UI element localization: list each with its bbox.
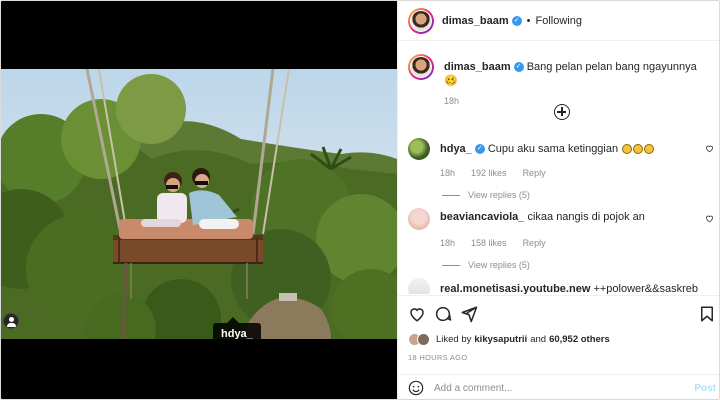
comment-item: beaviancaviola_ cikaa nangis di pojok an… xyxy=(408,208,718,270)
dizzy-face-emoji-icon xyxy=(633,144,644,155)
post-media: hdya_ xyxy=(1,1,397,399)
post-modal: hdya_ dimas_baam ✓ • Following dimas_baa… xyxy=(0,0,720,400)
commenter-avatar[interactable] xyxy=(408,138,430,160)
verified-badge-icon: ✓ xyxy=(474,144,485,155)
dizzy-face-emoji-icon xyxy=(644,144,655,155)
comment-like-heart-icon[interactable] xyxy=(705,214,714,223)
caption: dimas_baam ✓ Bang pelan pelan bang ngayun… xyxy=(408,54,708,106)
bookmark-icon[interactable] xyxy=(698,305,716,323)
comment-input[interactable] xyxy=(434,382,684,394)
view-replies-button[interactable]: View replies (5) xyxy=(442,190,718,200)
comment-bubble-icon[interactable] xyxy=(434,305,452,323)
comment-time: 18h xyxy=(440,238,456,248)
commenter-avatar[interactable] xyxy=(408,208,430,230)
caption-author[interactable]: dimas_baam xyxy=(444,61,511,73)
comment-author[interactable]: beaviancaviola_ xyxy=(440,211,524,223)
post-sidebar: dimas_baam ✓ • Following dimas_baam ✓ Ban… xyxy=(397,1,719,399)
post-header: dimas_baam ✓ • Following xyxy=(398,1,719,41)
author-avatar[interactable] xyxy=(408,7,434,34)
liker-username[interactable]: kikysaputrii xyxy=(474,334,527,345)
comment-item: real.monetisasi.youtube.new ++polower&&s… xyxy=(408,278,718,294)
reply-button[interactable]: Reply xyxy=(523,238,546,248)
plus-circle-icon[interactable] xyxy=(554,104,570,120)
likes-summary: Liked by kikysaputrii and 60,952 others xyxy=(408,333,610,346)
liker-avatar xyxy=(417,333,430,346)
view-replies-label: View replies (5) xyxy=(468,260,530,270)
posted-date: 18 HOURS AGO xyxy=(408,353,468,362)
user-tag-icon[interactable] xyxy=(3,313,19,329)
separator-dot: • xyxy=(526,14,531,27)
add-comment-bar: Post xyxy=(398,374,719,399)
reply-button[interactable]: Reply xyxy=(523,168,546,178)
view-replies-button[interactable]: View replies (5) xyxy=(442,260,718,270)
smiley-face-icon[interactable] xyxy=(408,380,424,396)
tagged-user-label[interactable]: hdya_ xyxy=(213,317,261,339)
comment-like-heart-icon[interactable] xyxy=(705,144,714,153)
caption-author-avatar[interactable] xyxy=(408,54,434,80)
following-button[interactable]: Following xyxy=(536,15,582,27)
comments-list: dimas_baam ✓ Bang pelan pelan bang ngayun… xyxy=(398,42,719,294)
commenter-avatar[interactable] xyxy=(408,278,430,294)
comment-author[interactable]: real.monetisasi.youtube.new xyxy=(440,283,590,294)
view-replies-label: View replies (5) xyxy=(468,190,530,200)
action-bar xyxy=(398,295,719,331)
likes-others-link[interactable]: 60,952 others xyxy=(549,334,610,345)
post-comment-button[interactable]: Post xyxy=(694,383,716,394)
dizzy-face-emoji-icon xyxy=(622,144,633,155)
likes-joiner: and xyxy=(530,334,547,345)
author-username[interactable]: dimas_baam xyxy=(442,15,509,27)
comment-likes[interactable]: 192 likes xyxy=(471,168,507,178)
verified-badge-icon: ✓ xyxy=(511,15,522,26)
post-photo[interactable]: hdya_ xyxy=(1,69,397,339)
comment-item: hdya_ ✓ Cupu aku sama ketinggian 18h 192 … xyxy=(408,138,718,200)
verified-badge-icon: ✓ xyxy=(513,62,524,73)
caption-time: 18h xyxy=(444,96,460,106)
comment-text: Cupu aku sama ketinggian xyxy=(487,143,619,155)
heart-icon[interactable] xyxy=(408,305,426,323)
comment-author[interactable]: hdya_ xyxy=(440,143,472,155)
comment-text: cikaa nangis di pojok an xyxy=(527,211,645,223)
comment-time: 18h xyxy=(440,168,456,178)
likes-prefix: Liked by xyxy=(436,334,472,345)
comment-likes[interactable]: 158 likes xyxy=(471,238,507,248)
paper-plane-icon[interactable] xyxy=(460,305,478,323)
swing-jungle-photo xyxy=(1,69,397,339)
comment-text: ++polower&&saskreb xyxy=(593,283,698,294)
